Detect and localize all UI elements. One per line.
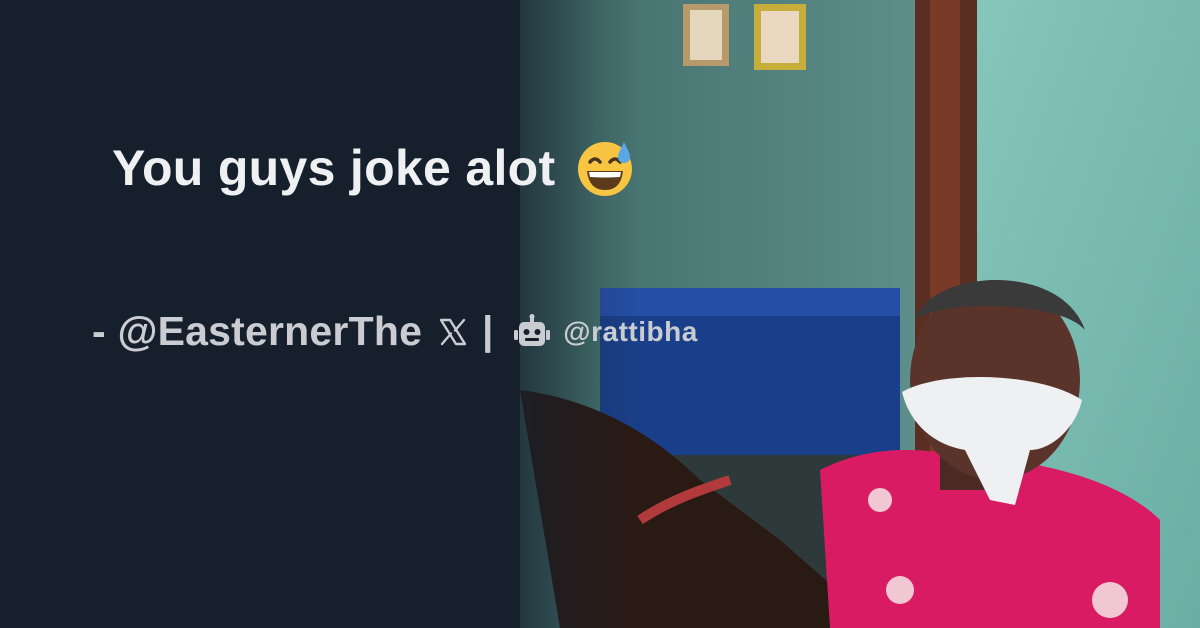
site-handle[interactable]: @rattibha <box>563 316 697 348</box>
x-logo-icon <box>439 318 467 345</box>
grinning-face-with-sweat-icon <box>578 142 633 196</box>
credit-line: - @EasternerThe | @rattibha <box>92 308 698 355</box>
separator: | <box>482 309 494 353</box>
robot-icon <box>514 313 551 346</box>
author-handle[interactable]: - @EasternerThe <box>92 308 422 355</box>
post-text: You guys joke alot <box>112 138 635 198</box>
post-text-content: You guys joke alot <box>112 140 556 196</box>
